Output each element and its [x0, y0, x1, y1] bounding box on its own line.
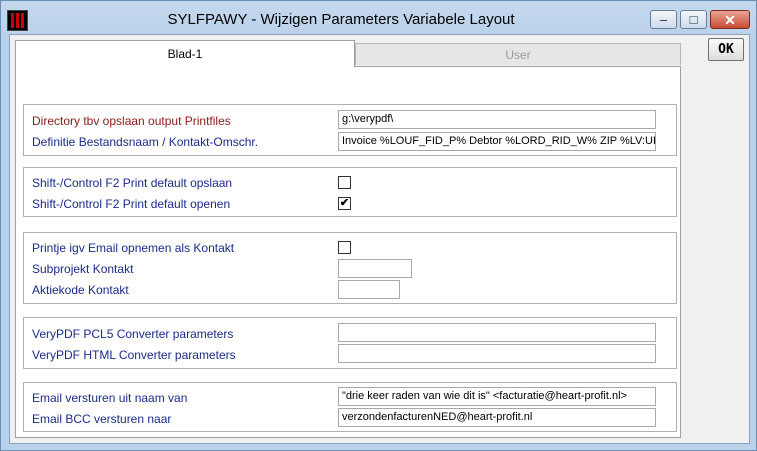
- print-default-open-label: Shift-/Control F2 Print default openen: [32, 197, 231, 211]
- subproject-label: Subprojekt Kontakt: [32, 262, 134, 276]
- filename-definition-label: Definitie Bestandsnaam / Kontakt-Omschr.: [32, 135, 259, 149]
- checkmark-icon: ✔: [339, 197, 350, 209]
- directory-input[interactable]: g:\verypdf\: [338, 110, 656, 129]
- print-default-save-label: Shift-/Control F2 Print default opslaan: [32, 176, 233, 190]
- print-default-open-checkbox[interactable]: ✔: [338, 197, 351, 210]
- pcl5-params-input[interactable]: [338, 323, 656, 342]
- email-from-label: Email versturen uit naam van: [32, 391, 188, 405]
- maximize-icon: □: [689, 12, 698, 27]
- minimize-button[interactable]: –: [650, 10, 677, 29]
- html-params-input[interactable]: [338, 344, 656, 363]
- email-as-contact-checkbox[interactable]: [338, 241, 351, 254]
- pcl5-params-label: VeryPDF PCL5 Converter parameters: [32, 327, 234, 341]
- tab-label: User: [505, 47, 531, 62]
- ok-button[interactable]: OK: [708, 38, 744, 61]
- contact-group: Printje igv Email opnemen als Kontakt Su…: [23, 232, 677, 304]
- window-title: SYLFPAWY - Wijzigen Parameters Variabele…: [167, 11, 515, 28]
- subproject-input[interactable]: [338, 259, 412, 278]
- filename-definition-input[interactable]: Invoice %LOUF_FID_P% Debtor %LORD_RID_W%…: [338, 132, 656, 151]
- tab-panel-blad-1: Directory tbv opslaan output Printfiles …: [15, 66, 681, 438]
- output-settings-group: Directory tbv opslaan output Printfiles …: [23, 104, 677, 156]
- html-params-label: VeryPDF HTML Converter parameters: [32, 348, 236, 362]
- email-as-contact-label: Printje igv Email opnemen als Kontakt: [32, 241, 235, 255]
- action-code-label: Aktiekode Kontakt: [32, 283, 129, 297]
- close-button[interactable]: ✕: [710, 10, 750, 29]
- verypdf-group: VeryPDF PCL5 Converter parameters VeryPD…: [23, 317, 677, 369]
- tab-user[interactable]: User: [355, 43, 681, 65]
- email-group: Email versturen uit naam van "drie keer …: [23, 382, 677, 432]
- tab-label: Blad-1: [167, 47, 203, 61]
- email-from-input[interactable]: "drie keer raden van wie dit is" <factur…: [338, 387, 656, 406]
- minimize-icon: –: [659, 12, 668, 27]
- tab-blad-1[interactable]: Blad-1: [15, 40, 355, 67]
- email-bcc-input[interactable]: verzondenfacturenNED@heart-profit.nl: [338, 408, 656, 427]
- print-default-save-checkbox[interactable]: [338, 176, 351, 189]
- action-code-input[interactable]: [338, 280, 400, 299]
- print-default-group: Shift-/Control F2 Print default opslaan …: [23, 167, 677, 217]
- close-icon: ✕: [724, 11, 736, 28]
- application-window: SYLFPAWY - Wijzigen Parameters Variabele…: [0, 0, 757, 451]
- email-bcc-label: Email BCC versturen naar: [32, 412, 172, 426]
- dialog-client-area: Blad-1 User OK Directory tbv opslaan out…: [9, 34, 750, 444]
- directory-label: Directory tbv opslaan output Printfiles: [32, 114, 231, 128]
- maximize-button[interactable]: □: [680, 10, 707, 29]
